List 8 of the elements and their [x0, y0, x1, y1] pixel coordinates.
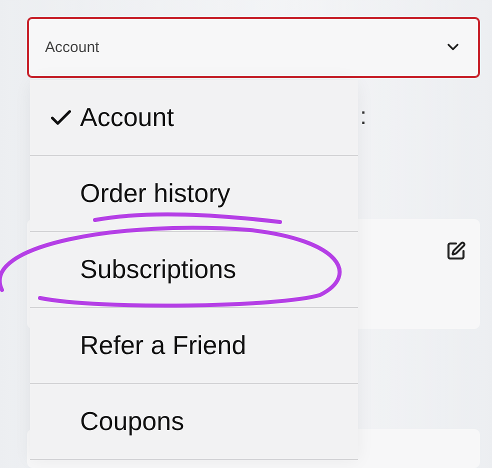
menu-item[interactable]: Refer a Friend [30, 308, 358, 384]
heading-text: : [360, 104, 367, 129]
menu-item[interactable]: Subscriptions [30, 232, 358, 308]
menu-item[interactable]: Coupons [30, 384, 358, 460]
menu-item[interactable]: Order history [30, 156, 358, 232]
account-dropdown[interactable]: Account [27, 17, 480, 78]
edit-icon[interactable] [446, 241, 466, 262]
menu-item[interactable]: Account [30, 80, 358, 156]
